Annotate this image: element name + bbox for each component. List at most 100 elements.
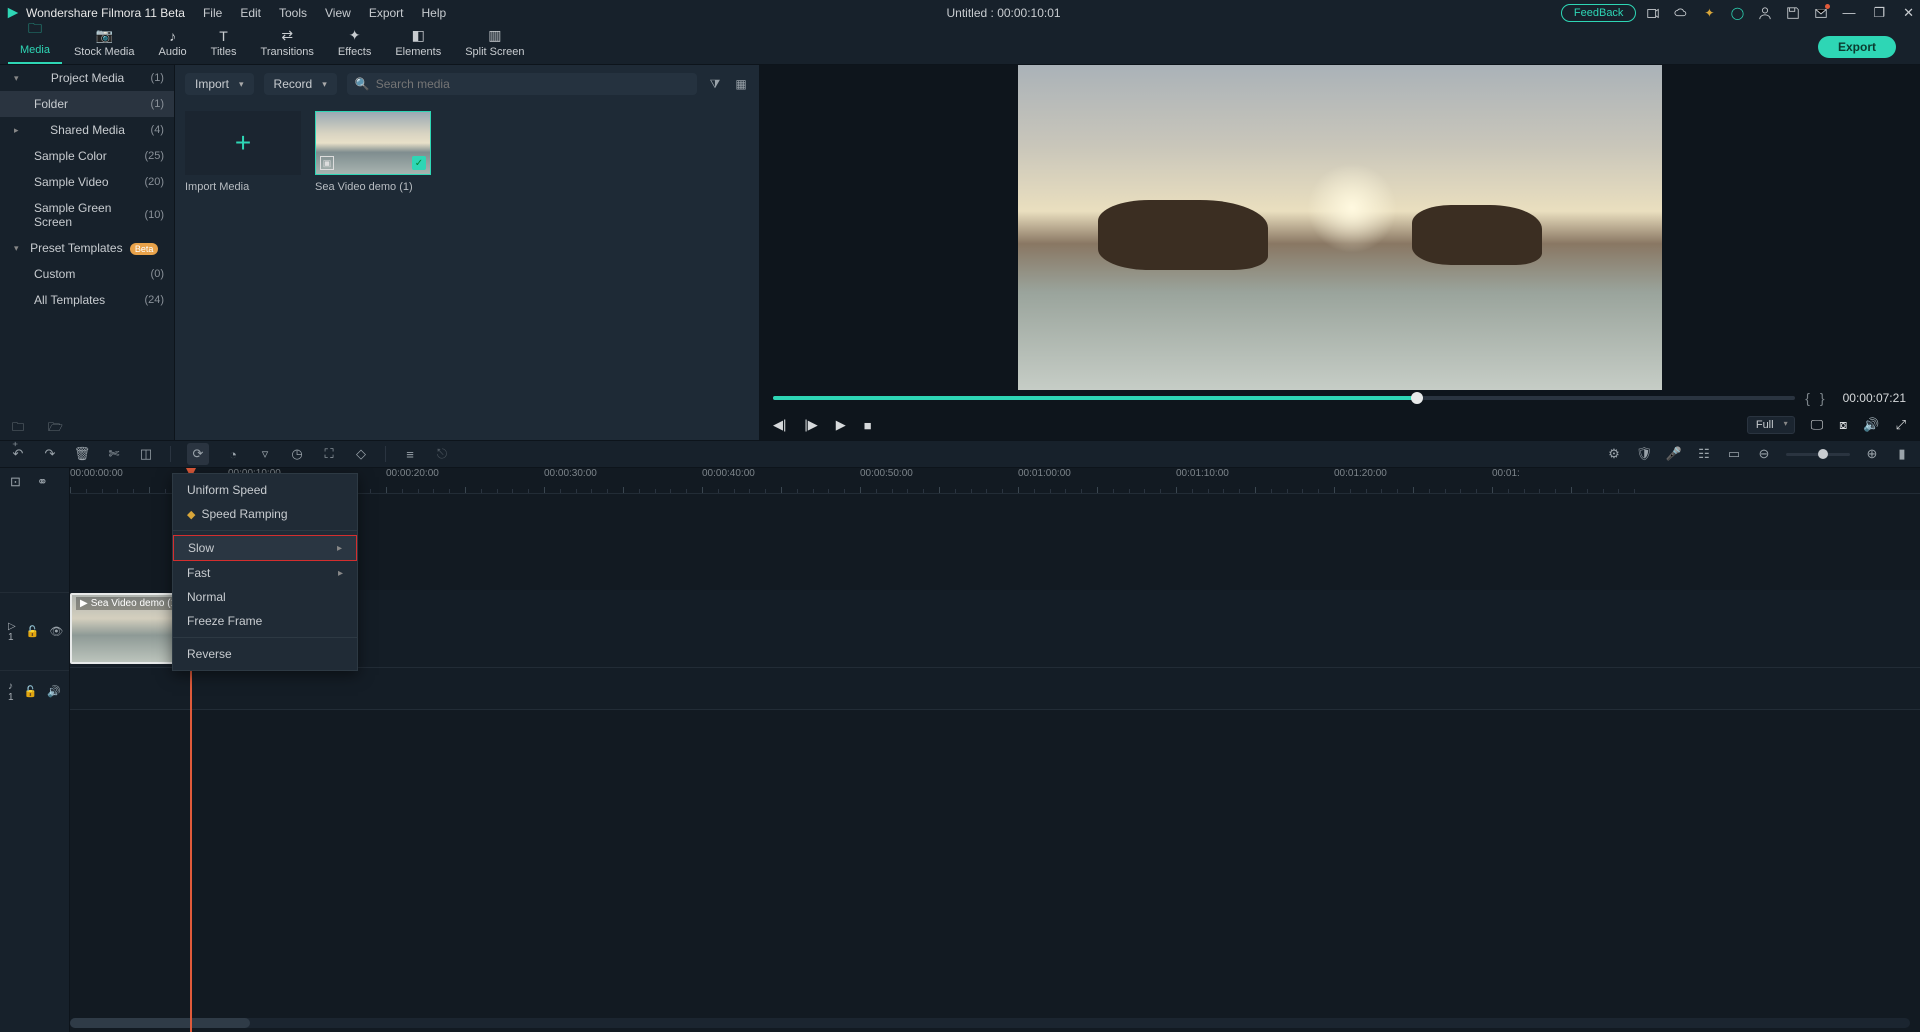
feedback-button[interactable]: FeedBack [1561,4,1637,22]
lightbulb-icon[interactable]: ✦ [1702,6,1716,20]
video-track-head[interactable]: ▷ 1 🔓 👁 [0,592,69,670]
keyframe-button[interactable]: ◇ [353,446,369,462]
snapshot-icon[interactable]: ⧇ [1839,417,1847,433]
undo-button[interactable]: ↶ [10,446,26,462]
headphones-icon[interactable]: ◯ [1730,6,1744,20]
speaker-icon[interactable]: 🔊 [47,685,61,698]
volume-icon[interactable]: 🔊 [1863,417,1879,433]
timer-button[interactable]: ◷ [289,446,305,462]
search-media[interactable]: 🔍 [347,73,697,95]
zoom-fit-button[interactable]: ▮ [1894,446,1910,462]
tab-transitions[interactable]: ⇄Transitions [249,27,326,64]
record-dropdown[interactable]: Record▾ [264,73,337,95]
menu-tools[interactable]: Tools [279,6,307,20]
menu-file[interactable]: File [203,6,222,20]
crop-button[interactable]: ◫ [138,446,154,462]
grid-view-icon[interactable]: ▦ [733,76,749,92]
ctx-slow[interactable]: Slow▸ [173,535,357,561]
lock-icon[interactable]: 🔓 [26,625,40,638]
ctx-freeze-frame[interactable]: Freeze Frame [173,609,357,633]
tab-audio[interactable]: ♪Audio [147,28,199,64]
ctx-uniform-speed[interactable]: Uniform Speed [173,478,357,502]
tab-elements[interactable]: ◧Elements [383,27,453,64]
sidebar-shared-media[interactable]: Shared Media(4) [0,117,174,143]
adjust-button[interactable]: ≡ [402,446,418,462]
preview-quality-dropdown[interactable]: Full [1747,416,1795,434]
ctx-normal[interactable]: Normal [173,585,357,609]
tab-split-screen[interactable]: ▥Split Screen [453,27,536,64]
menu-export[interactable]: Export [369,6,404,20]
folder-open-icon[interactable]: 🗁 [48,418,62,432]
sidebar-sample-color[interactable]: Sample Color(25) [0,143,174,169]
sidebar-preset-templates[interactable]: Preset Templates Beta [0,235,174,261]
mic-icon[interactable]: 🎤 [1666,446,1682,462]
document-title: Untitled : 00:00:10:01 [446,6,1561,20]
preview-progress[interactable] [773,396,1795,400]
display-icon[interactable]: 🖵 [1811,417,1824,433]
save-icon[interactable] [1786,6,1800,20]
audio-track-head[interactable]: ♪ 1 🔓 🔊 [0,670,69,712]
minimize-button[interactable]: — [1842,5,1855,21]
audio-track[interactable] [70,668,1920,710]
sidebar-sample-video[interactable]: Sample Video(20) [0,169,174,195]
sidebar-all-templates[interactable]: All Templates(24) [0,287,174,313]
media-type-icon: ▣ [320,156,334,170]
zoom-in-button[interactable]: ⊕ [1864,446,1880,462]
mark-out-button[interactable]: } [1820,390,1825,406]
shield-icon[interactable]: 🛡 [1636,446,1652,462]
cloud-icon[interactable] [1674,6,1688,20]
export-button[interactable]: Export [1818,36,1896,58]
gear-icon[interactable]: ⚙ [1606,446,1622,462]
tab-stock-media[interactable]: 📷Stock Media [62,27,147,64]
render-icon[interactable]: ▭ [1726,446,1742,462]
fit-button[interactable]: ⛶ [321,446,337,462]
sidebar-project-media[interactable]: Project Media(1) [0,65,174,91]
close-button[interactable]: ✕ [1903,5,1914,21]
redo-button[interactable]: ↷ [42,446,58,462]
sidebar-folder[interactable]: Folder(1) [0,91,174,117]
speed-button[interactable]: ⟳ [187,443,209,465]
ctx-fast[interactable]: Fast▸ [173,561,357,585]
stop-button[interactable]: ■ [864,418,872,433]
eye-icon[interactable]: 👁 [49,625,63,638]
import-media-tile[interactable]: + Import Media [185,111,301,193]
user-icon[interactable] [1758,6,1772,20]
ctx-speed-ramping[interactable]: ◆Speed Ramping [173,502,357,526]
search-input[interactable] [376,77,689,91]
timeline-scrollbar[interactable] [70,1018,1910,1028]
maximize-button[interactable]: ❐ [1873,5,1885,21]
media-item-sea-video[interactable]: ▣ ✓ Sea Video demo (1) [315,111,431,193]
tab-media[interactable]: 🗀Media [8,18,62,64]
lock-icon[interactable]: 🔓 [24,685,38,698]
ctx-reverse[interactable]: Reverse [173,642,357,666]
split-button[interactable]: ✄ [106,446,122,462]
mixer-icon[interactable]: ☷ [1696,446,1712,462]
tab-titles[interactable]: TTitles [199,28,249,64]
new-folder-icon[interactable]: 🗀⁺ [12,418,26,432]
export-icon[interactable] [1646,6,1660,20]
delete-button[interactable]: 🗑 [74,446,90,462]
filter-icon[interactable]: ⧩ [707,76,723,92]
chevron-right-icon: ▸ [338,568,343,579]
import-dropdown[interactable]: Import▾ [185,73,254,95]
timeline-snap-icon[interactable]: ⊡ [10,474,21,490]
fullscreen-icon[interactable]: ⤢ [1896,417,1906,433]
sidebar-custom[interactable]: Custom(0) [0,261,174,287]
preview-viewport[interactable] [1018,65,1662,390]
menu-view[interactable]: View [325,6,351,20]
next-frame-button[interactable]: |▶ [804,417,817,433]
timeline-link-icon[interactable]: ⚭ [37,474,48,490]
menu-help[interactable]: Help [422,6,447,20]
menu-edit[interactable]: Edit [240,6,261,20]
zoom-slider[interactable] [1786,453,1850,456]
mark-in-button[interactable]: { [1805,390,1810,406]
color-button[interactable]: ◔ [225,446,241,462]
zoom-out-button[interactable]: ⊖ [1756,446,1772,462]
mail-icon[interactable] [1814,6,1828,20]
play-button[interactable]: ▶ [836,417,846,433]
audio-sync-button[interactable]: ⎋ [434,446,450,462]
prev-frame-button[interactable]: ◀| [773,417,786,433]
marker-button[interactable]: ▿ [257,446,273,462]
tab-effects[interactable]: ✦Effects [326,27,383,64]
sidebar-sample-green[interactable]: Sample Green Screen(10) [0,195,174,235]
